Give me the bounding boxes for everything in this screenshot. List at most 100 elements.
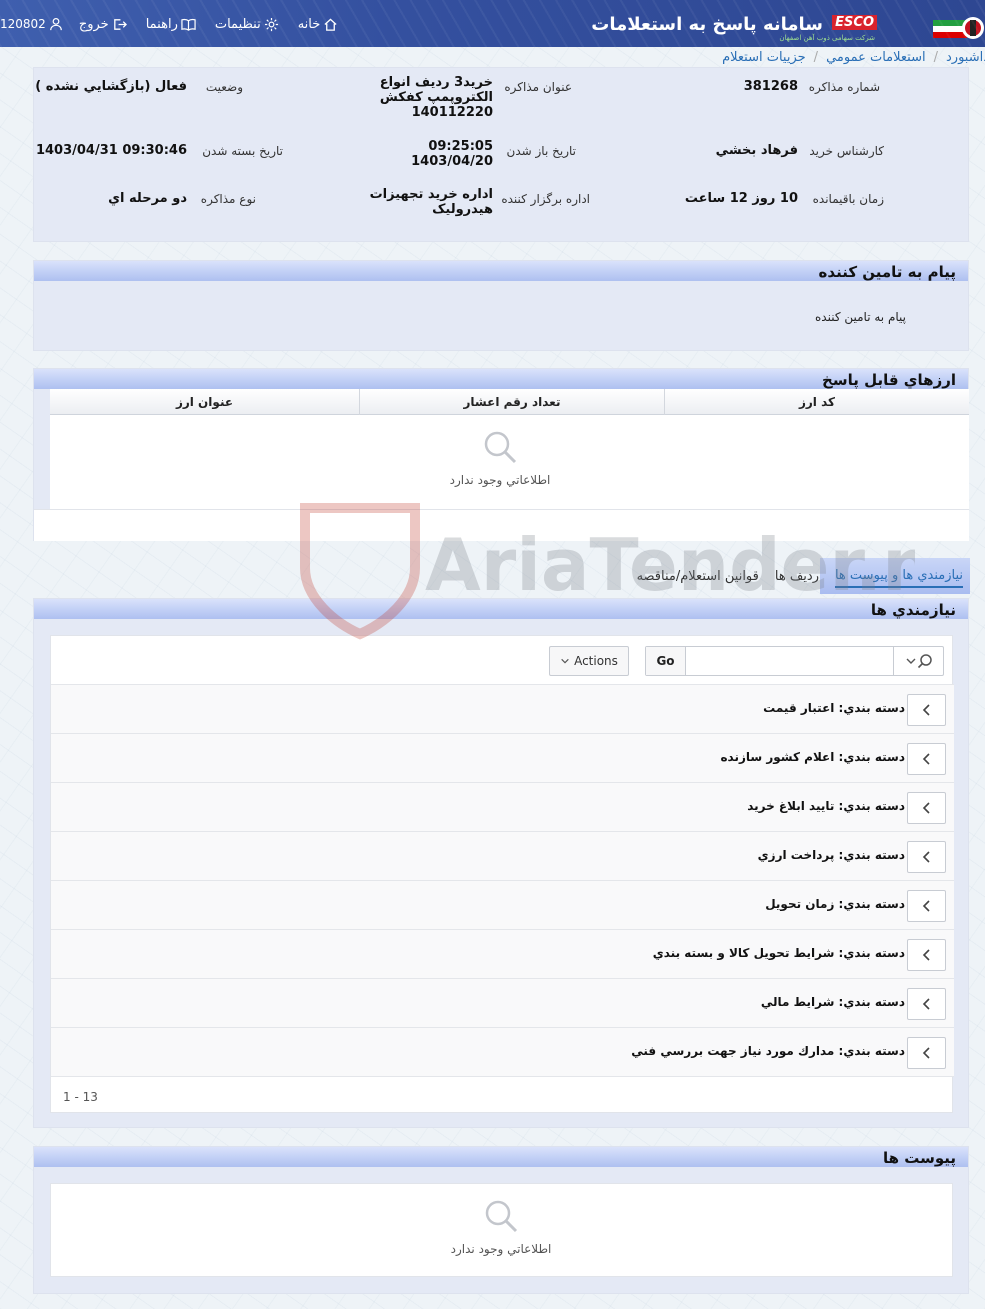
title-line-3: 140112220 <box>411 105 493 120</box>
table-footer <box>34 509 969 541</box>
group-row: دسته بندي: زمان تحويل <box>51 881 954 930</box>
breadcrumb-separator: / <box>813 49 819 65</box>
chevron-left-icon <box>922 753 930 765</box>
panel-header: پيوست ها <box>34 1147 968 1167</box>
help-link[interactable]: راهنما <box>144 17 196 32</box>
title-line-1: خريد3 رديف انواع <box>379 75 493 90</box>
empty-text: اطلاعاتي وجود ندارد <box>449 473 551 487</box>
remaining-label: زمان باقيمانده <box>812 192 884 206</box>
panel-title: ارزهاي قابل پاسخ <box>822 371 956 389</box>
actions-label: Actions <box>574 654 618 668</box>
expand-group-button[interactable] <box>907 939 946 971</box>
group-row: دسته بندي: اعتبار قيمت <box>51 685 954 734</box>
type-value: دو مرحله اي <box>108 191 187 206</box>
expand-group-button[interactable] <box>907 792 946 824</box>
type-label: نوع مذاکره <box>200 192 256 206</box>
breadcrumb-inquiry-details[interactable]: جزييات استعلام <box>722 50 806 65</box>
settings-label: تنظيمات <box>214 16 261 32</box>
search-column-button[interactable] <box>893 647 943 675</box>
logout-label: خروج <box>78 16 109 32</box>
breadcrumb-public-inquiries[interactable]: استعلامات عمومي <box>826 50 926 65</box>
brand-logo: ESCO <box>832 15 877 30</box>
buyer-expert: فرهاد بخشي <box>715 143 798 158</box>
logout-link[interactable]: خروج <box>77 17 127 32</box>
group-row: دسته بندي: شرايط مالي <box>51 979 954 1028</box>
chevron-left-icon <box>922 998 930 1010</box>
tab-bar: نيازمندي ها و پيوست ها رديف ها قوانين اس… <box>621 568 963 588</box>
home-label: خانه <box>297 16 321 32</box>
user-icon <box>49 17 62 31</box>
actions-button[interactable]: Actions <box>549 646 629 676</box>
group-row: دسته بندي: مدارك مورد نياز جهت بررسي فني <box>51 1028 954 1077</box>
search-icon <box>484 431 517 464</box>
column-header-decimal-digits[interactable]: تعداد رقم اعشار <box>359 389 664 415</box>
group-row: دسته بندي: اعلام کشور سازنده <box>51 734 954 783</box>
inquiry-info-panel: شماره مذاکره 381268 عنوان مذاکره خريد3 ر… <box>33 67 969 242</box>
group-label: دسته بندي: تاييد ابلاغ خريد <box>747 799 905 813</box>
app-title: سامانه پاسخ به استعلامات <box>591 14 823 35</box>
group-row: دسته بندي: پرداخت ارزي <box>51 832 954 881</box>
expand-group-button[interactable] <box>907 1037 946 1069</box>
group-label: دسته بندي: زمان تحويل <box>765 897 905 911</box>
expand-group-button[interactable] <box>907 694 946 726</box>
company-logo-icon <box>933 17 984 39</box>
negotiation-number-label: شماره مذاکره <box>808 80 880 94</box>
chevron-left-icon <box>922 949 930 961</box>
panel-title: پيوست ها <box>882 1149 956 1167</box>
breadcrumb-separator: / <box>933 49 938 65</box>
search-icon <box>485 1200 518 1233</box>
search-bar: Go <box>645 646 944 676</box>
user-menu[interactable]: 120802 <box>0 17 63 31</box>
gear-icon <box>264 17 278 31</box>
supplier-message-panel: پيام به تامين کننده پيام به تامين کننده <box>33 260 969 351</box>
table-header-row: کد ارز تعداد رقم اعشار عنوان ارز <box>50 389 969 415</box>
group-row: دسته بندي: تاييد ابلاغ خريد <box>51 783 954 832</box>
expand-group-button[interactable] <box>907 841 946 873</box>
title-label: عنوان مذاکره <box>504 80 572 94</box>
chevron-down-icon <box>906 658 915 664</box>
expand-group-button[interactable] <box>907 988 946 1020</box>
chevron-left-icon <box>922 1047 930 1059</box>
status-label: وضعيت <box>205 80 243 94</box>
panel-header: ارزهاي قابل پاسخ <box>34 369 968 389</box>
supplier-message-text: پيام به تامين کننده <box>815 310 906 324</box>
empty-state: اطلاعاتي وجود ندارد <box>430 429 570 487</box>
tab-rules[interactable]: قوانين استعلام/مناقصه <box>637 569 759 587</box>
expand-group-button[interactable] <box>907 743 946 775</box>
buyer-expert-label: کارشناس خريد <box>809 144 884 158</box>
attachments-panel: پيوست ها اطلاعاتي وجود ندارد <box>33 1146 969 1294</box>
column-header-currency-title[interactable]: عنوان ارز <box>50 389 359 415</box>
group-label: دسته بندي: شرايط مالي <box>760 995 905 1009</box>
status-value: فعال (بازگشايي نشده ) <box>35 79 187 94</box>
open-date-label: تاريخ باز شدن <box>506 144 576 158</box>
tab-rows[interactable]: رديف ها <box>775 569 819 587</box>
negotiation-number: 381268 <box>743 79 798 94</box>
group-label: دسته بندي: شرايط تحويل کالا و بسته بندي <box>652 946 905 960</box>
breadcrumb: داشبورد / استعلامات عمومي / جزييات استعل… <box>722 47 985 67</box>
breadcrumb-dashboard[interactable]: داشبورد <box>946 50 985 65</box>
currencies-table: کد ارز تعداد رقم اعشار عنوان ارز اطلاعات… <box>50 389 969 509</box>
column-header-currency-code[interactable]: کد ارز <box>664 389 969 415</box>
home-link[interactable]: خانه <box>296 17 339 32</box>
requirements-panel: نيازمندي ها Go Actions دسته بندي: اعتبار… <box>33 598 969 1128</box>
close-date: 1403/04/31 09:30:46 <box>35 143 187 158</box>
tab-requirements[interactable]: نيازمندي ها و پيوست ها <box>834 568 963 588</box>
search-input[interactable] <box>687 647 895 675</box>
group-row: دسته بندي: شرايط تحويل کالا و بسته بندي <box>51 930 954 979</box>
settings-link[interactable]: تنظيمات <box>213 17 279 32</box>
user-id: 120802 <box>0 17 46 31</box>
chevron-down-icon <box>561 658 569 664</box>
group-label: دسته بندي: اعلام کشور سازنده <box>720 750 905 764</box>
panel-header: نيازمندي ها <box>34 599 968 619</box>
panel-title: نيازمندي ها <box>870 601 956 619</box>
pagination-info: 1 - 13 <box>63 1090 98 1104</box>
chevron-left-icon <box>922 851 930 863</box>
open-day: 1403/04/20 <box>411 154 493 169</box>
go-button[interactable]: Go <box>646 647 686 675</box>
title-value: خريد3 رديف انواع الکتروپمپ کفکش 14011222… <box>380 75 493 120</box>
group-label: دسته بندي: پرداخت ارزي <box>757 848 905 862</box>
expand-group-button[interactable] <box>907 890 946 922</box>
organizer-line-1: اداره خريد تجهيزات <box>369 187 493 202</box>
book-icon <box>181 18 196 31</box>
empty-state: اطلاعاتي وجود ندارد <box>431 1198 571 1256</box>
